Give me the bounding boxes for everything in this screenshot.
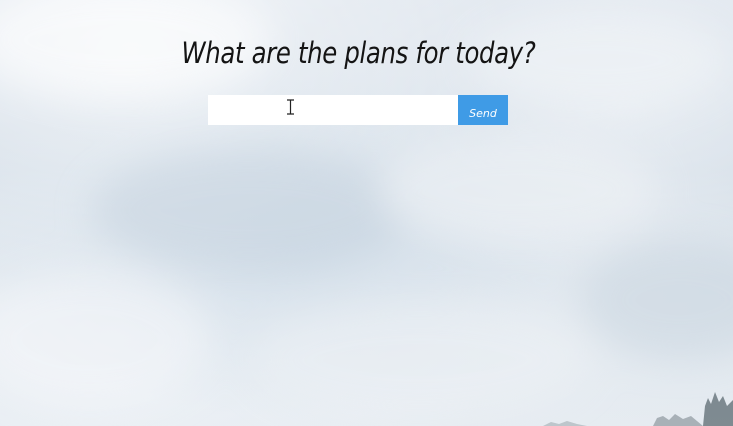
task-input[interactable] xyxy=(208,95,458,125)
send-button[interactable]: Send xyxy=(458,95,508,125)
text-cursor-icon xyxy=(287,99,294,115)
treetops-icon xyxy=(543,392,733,426)
page-headline: What are the plans for today? xyxy=(181,36,536,70)
task-form: Send xyxy=(208,95,508,125)
main-content: What are the plans for today? Send xyxy=(0,0,733,426)
